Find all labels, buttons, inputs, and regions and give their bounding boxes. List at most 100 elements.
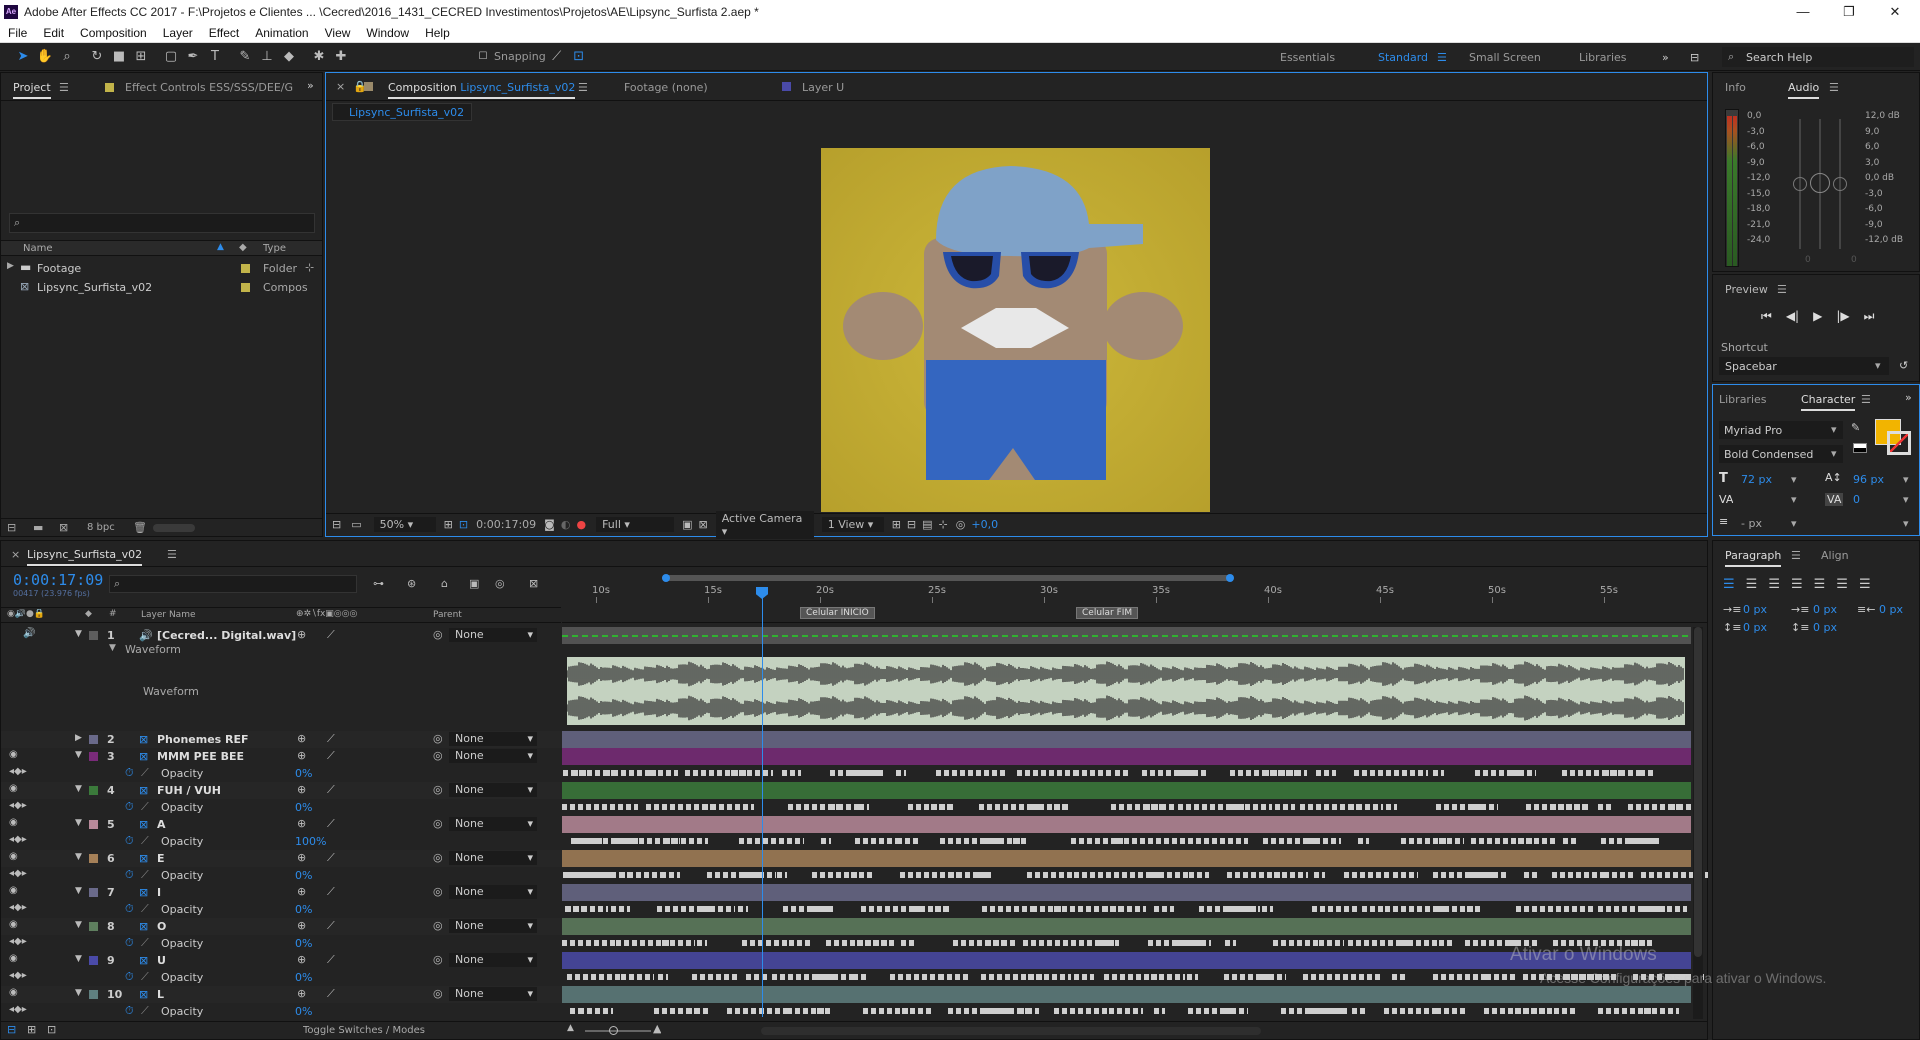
project-bpc[interactable]: 8 bpc <box>87 522 115 533</box>
property-row[interactable]: ◂◆▸ ⏱ ⟋ Opacity 0% <box>1 969 1704 986</box>
keyframe-cluster[interactable] <box>746 974 770 980</box>
label-tag-icon[interactable]: ◆ <box>239 242 247 253</box>
keyframe-cluster[interactable] <box>646 804 711 810</box>
timeline-horizontal-scrollbar[interactable] <box>761 1027 1261 1035</box>
justify-last-center-icon[interactable]: ☰ <box>1814 577 1826 592</box>
fit-icon[interactable]: ⊞ <box>444 518 453 531</box>
keyframe-cluster[interactable] <box>1316 770 1336 776</box>
stopwatch-icon[interactable]: ⏱ <box>125 902 134 916</box>
stopwatch-icon[interactable]: ⏱ <box>125 834 134 848</box>
keyframe-cluster[interactable] <box>1226 906 1260 912</box>
keyframe-cluster[interactable] <box>1358 838 1369 844</box>
keyframe-cluster[interactable] <box>1074 974 1094 980</box>
parent-pickwhip-icon[interactable]: ◎ <box>433 749 443 762</box>
workspace-essentials[interactable]: Essentials <box>1280 43 1335 71</box>
keyframe-cluster[interactable] <box>1154 1008 1165 1014</box>
expand-arrow-icon[interactable]: ▼ <box>75 886 82 896</box>
column-type[interactable]: Type <box>263 243 286 254</box>
keyframe-cluster[interactable] <box>620 872 662 878</box>
tab-project[interactable]: Project <box>13 81 51 99</box>
keyframe-cluster[interactable] <box>742 940 789 946</box>
keyframe-cluster[interactable] <box>1314 872 1325 878</box>
first-frame-icon[interactable]: ⏮ <box>1761 309 1772 324</box>
layer-row[interactable]: 🔊 ▼ 1 🔊 [Cecred... Digital.wav] ⊕ ⟋ ◎ None ▾ <box>1 627 1691 644</box>
keyframe-cluster[interactable] <box>567 974 623 980</box>
keyframe-cluster[interactable] <box>1013 838 1028 844</box>
visibility-eye-icon[interactable]: ◉ <box>9 851 18 862</box>
keyframe-cluster[interactable] <box>896 770 906 776</box>
keyframe-cluster[interactable] <box>1307 838 1341 844</box>
parent-dropdown[interactable]: None ▾ <box>449 919 537 933</box>
layer-row[interactable]: ◉ ▼ 4 ⊠ FUH / VUH ⊕ ⟋ ◎ None ▾ <box>1 782 1691 799</box>
keyframe-cluster[interactable] <box>1436 1008 1466 1014</box>
visibility-eye-icon[interactable]: ◉ <box>9 749 18 760</box>
layer-switch-icon[interactable]: ⊕ <box>297 817 306 830</box>
keyframe-cluster[interactable] <box>1019 1008 1039 1014</box>
keyframe-cluster[interactable] <box>687 1008 711 1014</box>
keyframe-cluster[interactable] <box>1386 804 1397 810</box>
keyframe-cluster[interactable] <box>902 1008 931 1014</box>
layer-switch-icon[interactable]: ⊕ <box>297 749 306 762</box>
quality-switch-icon[interactable]: ⟋ <box>327 851 335 865</box>
parent-dropdown[interactable]: None ▾ <box>449 749 537 763</box>
layer-label-color[interactable] <box>89 990 98 999</box>
layer-switch-icon[interactable]: ⊕ <box>297 732 306 745</box>
eyedropper-icon[interactable]: ✎ <box>1851 421 1860 434</box>
viewer-timecode[interactable]: 0:00:17:09 <box>476 518 536 531</box>
parent-dropdown[interactable]: None ▾ <box>449 817 537 831</box>
keyframe-cluster[interactable] <box>1264 770 1307 776</box>
volume-knob-master[interactable] <box>1810 173 1830 193</box>
frame-blending-icon[interactable]: ▣ <box>469 577 479 590</box>
keyframe-cluster[interactable] <box>1151 872 1194 878</box>
keyframe-cluster[interactable] <box>1187 974 1198 980</box>
property-value[interactable]: 100% <box>295 835 326 848</box>
timeline-search-input[interactable]: ⌕ <box>109 575 357 593</box>
keyframe-cluster[interactable] <box>1352 1008 1368 1014</box>
property-value[interactable]: 0% <box>295 937 312 950</box>
keyframe-cluster[interactable] <box>1116 838 1145 844</box>
parent-dropdown[interactable]: None ▾ <box>449 783 537 797</box>
parent-dropdown[interactable]: None ▾ <box>449 732 537 746</box>
keyframe-cluster[interactable] <box>821 838 831 844</box>
property-row[interactable]: ◂◆▸ ⏱ ⟋ Opacity 0% <box>1 867 1708 884</box>
menu-effect[interactable]: Effect <box>201 26 247 40</box>
preview-menu-icon[interactable]: ☰ <box>1777 283 1787 296</box>
timeline-vertical-scrollbar[interactable] <box>1693 627 1703 1019</box>
keyframe-cluster[interactable] <box>1223 1008 1248 1014</box>
keyframe-cluster[interactable] <box>603 1008 613 1014</box>
minimize-button[interactable]: — <box>1780 0 1826 23</box>
zoom-dropdown[interactable]: 50% ▾ <box>373 517 436 532</box>
indent-left-value[interactable]: 0 px <box>1743 603 1767 616</box>
keyframe-cluster[interactable] <box>1644 1008 1679 1014</box>
keyframe-cluster[interactable] <box>1151 974 1185 980</box>
graph-icon[interactable]: ⟋ <box>141 800 149 814</box>
keyframe-cluster[interactable] <box>1017 770 1078 776</box>
layer-row[interactable]: ▶ 2 ⊠ Phonemes REF ⊕ ⟋ ◎ None ▾ <box>1 731 1691 748</box>
quality-switch-icon[interactable]: ⟋ <box>327 783 335 797</box>
parent-pickwhip-icon[interactable]: ◎ <box>433 817 443 830</box>
parent-dropdown[interactable]: None ▾ <box>449 953 537 967</box>
parent-pickwhip-icon[interactable]: ◎ <box>433 732 443 745</box>
workspace-overflow-icon[interactable]: » <box>1662 43 1669 71</box>
keyframe-cluster[interactable] <box>931 804 955 810</box>
keyframe-cluster[interactable] <box>1552 872 1605 878</box>
project-search-input[interactable]: ⌕ <box>9 213 315 233</box>
keyframe-cluster[interactable] <box>1027 872 1079 878</box>
keyframe-navigator-icon[interactable]: ◂◆▸ <box>9 766 27 777</box>
maximize-button[interactable]: ❐ <box>1826 0 1872 23</box>
space-after-value[interactable]: 0 px <box>1813 621 1837 634</box>
keyframe-cluster[interactable] <box>982 906 1034 912</box>
keyframe-cluster[interactable] <box>689 838 708 844</box>
layer-duration-bar[interactable] <box>562 986 1691 1003</box>
close-button[interactable]: ✕ <box>1872 0 1918 23</box>
keyframe-cluster[interactable] <box>658 974 668 980</box>
keyframe-cluster[interactable] <box>1349 804 1383 810</box>
keyframe-cluster[interactable] <box>1028 974 1071 980</box>
column-name[interactable]: Name <box>23 243 53 254</box>
keyframe-cluster[interactable] <box>571 838 638 844</box>
quality-switch-icon[interactable]: ⟋ <box>327 885 335 899</box>
keyframe-cluster[interactable] <box>855 838 902 844</box>
parent-pickwhip-icon[interactable]: ◎ <box>433 919 443 932</box>
keyframe-cluster[interactable] <box>702 906 735 912</box>
leading-value[interactable]: 96 px <box>1853 473 1884 486</box>
